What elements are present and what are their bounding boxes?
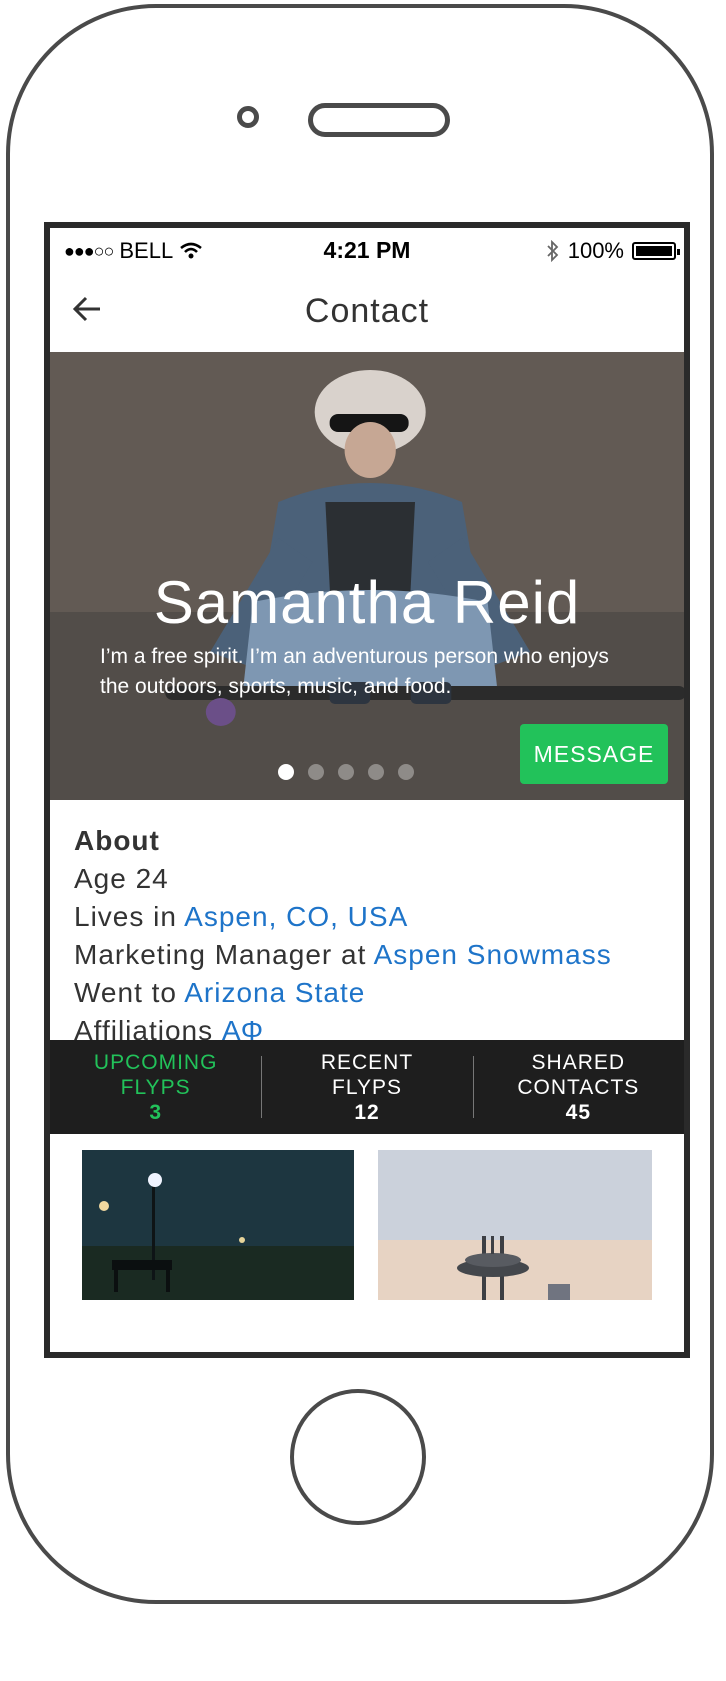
tab-recent-flyps[interactable]: RECENT FLYPS 12 [261,1040,472,1134]
stat-label-line2: CONTACTS [517,1075,640,1099]
stat-label-line2: FLYPS [120,1075,191,1099]
about-school: Went to Arizona State [74,974,674,1012]
employer-link[interactable]: Aspen Snowmass [374,939,612,970]
battery-icon [632,242,680,260]
about-job-label: Marketing Manager at [74,939,367,970]
profile-bio: I’m a free spirit. I’m an adventurous pe… [100,645,609,698]
stat-label-line1: UPCOMING [93,1050,218,1074]
stat-label-line1: RECENT [320,1050,414,1074]
photo-dot[interactable] [278,764,294,780]
photo-dot[interactable] [338,764,354,780]
profile-hero: Samantha Reid I’m a free spirit. I’m an … [50,352,684,800]
profile-name: Samantha Reid [153,569,581,636]
about-section: About Age 24 Lives in Aspen, CO, USA Mar… [74,822,674,1050]
park-image [82,1150,354,1300]
school-link[interactable]: Arizona State [184,977,365,1008]
battery-percent: 100% [567,238,624,263]
stat-value: 3 [149,1100,162,1124]
message-button[interactable]: MESSAGE [520,724,668,784]
about-age: Age 24 [74,863,169,894]
bluetooth-icon [547,240,558,262]
speaker-grille [308,103,450,137]
stat-value: 12 [354,1100,380,1124]
stat-label-line1: SHARED [531,1050,626,1074]
about-heading: About [74,825,160,856]
camera-icon [237,106,259,128]
status-right: 100% [546,238,680,264]
home-button[interactable] [290,1389,426,1525]
space-needle-image [378,1150,652,1300]
about-school-label: Went to [74,977,177,1008]
about-location-label: Lives in [74,901,177,932]
flyp-thumbnail-park[interactable] [82,1150,354,1300]
tab-upcoming-flyps[interactable]: UPCOMING FLYPS 3 [50,1040,261,1134]
photo-dot[interactable] [398,764,414,780]
stat-label-line2: FLYPS [332,1075,402,1099]
nav-bar: Contact [50,268,684,352]
about-job: Marketing Manager at Aspen Snowmass [74,936,674,974]
stats-bar: UPCOMING FLYPS 3 RECENT FLYPS 12 SHARED … [50,1040,684,1134]
photo-dot[interactable] [368,764,384,780]
location-link[interactable]: Aspen, CO, USA [184,901,408,932]
tab-shared-contacts[interactable]: SHARED CONTACTS 45 [472,1040,684,1134]
screen: ●●●○○ BELL 4:21 PM 100% Contact Samantha… [44,222,690,1358]
about-location: Lives in Aspen, CO, USA [74,898,674,936]
photo-pagination [278,764,414,780]
stat-value: 45 [565,1100,591,1124]
flyp-thumbnail-seattle[interactable] [378,1150,652,1300]
photo-dot[interactable] [308,764,324,780]
page-title: Contact [304,292,430,330]
phone-frame: ●●●○○ BELL 4:21 PM 100% Contact Samantha… [6,4,714,1604]
status-bar: ●●●○○ BELL 4:21 PM 100% [50,228,684,268]
